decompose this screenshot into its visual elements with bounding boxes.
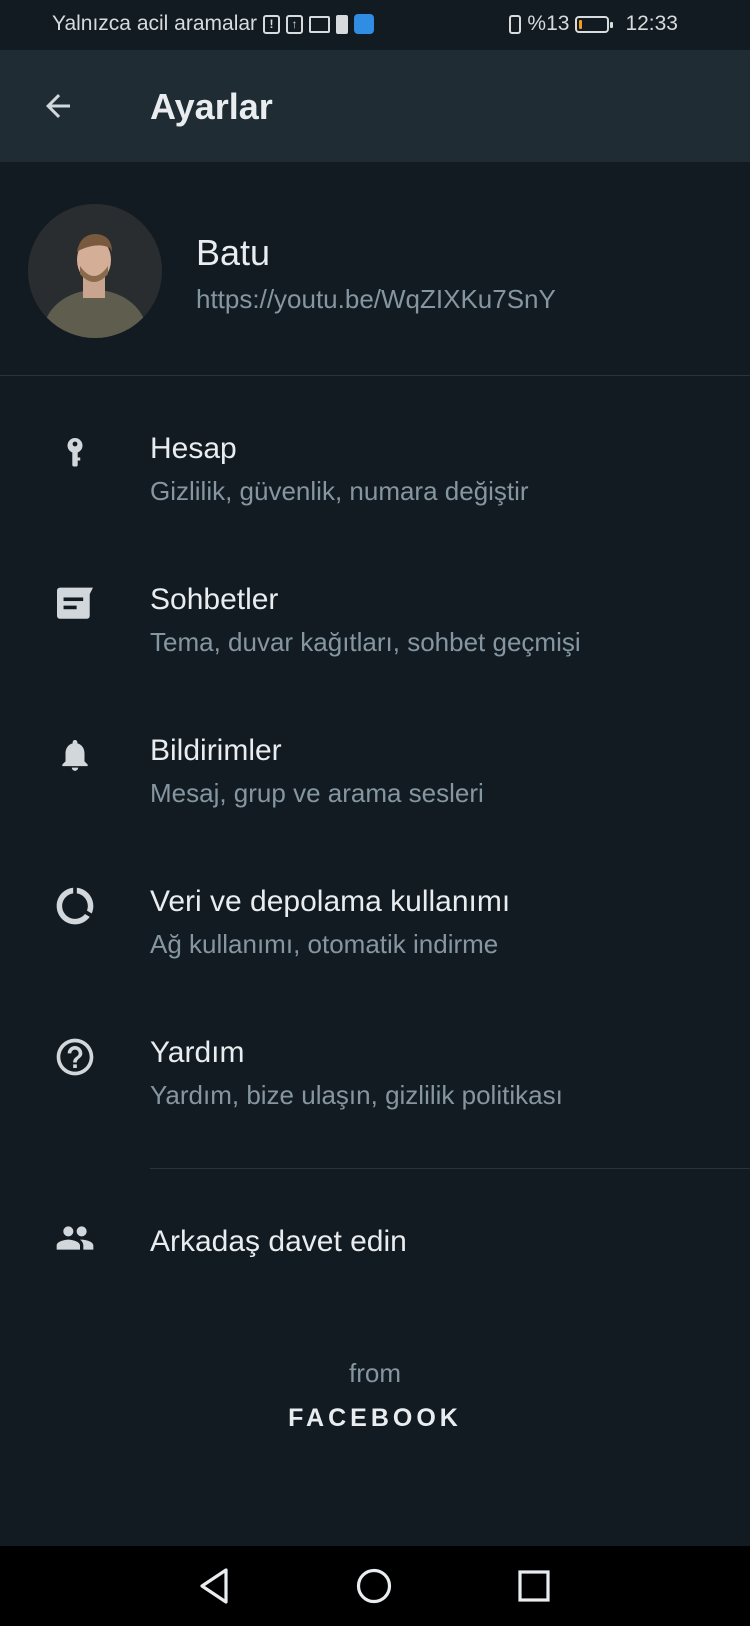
menu-item-title: Sohbetler	[150, 583, 279, 616]
profile-status: https://youtu.be/WqZIXKu7SnY	[196, 284, 556, 314]
menu-item-subtitle: Mesaj, grup ve arama sesleri	[150, 778, 484, 808]
help-icon	[48, 1030, 102, 1084]
menu-item-account[interactable]: Hesap Gizlilik, güvenlik, numara değişti…	[0, 376, 750, 527]
navigation-bar	[0, 1546, 750, 1626]
settings-menu: Hesap Gizlilik, güvenlik, numara değişti…	[0, 376, 750, 1131]
mail-icon	[309, 15, 331, 33]
battery-fill	[579, 19, 583, 29]
menu-item-data-storage[interactable]: Veri ve depolama kullanımı Ağ kullanımı,…	[0, 829, 750, 980]
from-label: from	[349, 1358, 401, 1388]
triangle-back-icon	[200, 1568, 228, 1604]
menu-item-notifications[interactable]: Bildirimler Mesaj, grup ve arama sesleri	[0, 678, 750, 829]
battery-icon	[575, 15, 614, 33]
clock: 12:33	[625, 12, 678, 35]
back-button[interactable]	[30, 78, 86, 134]
app-notification-icon	[354, 14, 375, 34]
key-icon	[48, 426, 102, 480]
app-bar: Ayarlar	[0, 50, 750, 162]
carrier-text: Yalnızca acil aramalar	[52, 12, 258, 35]
avatar-image	[28, 204, 162, 338]
battery-percent: %13	[527, 12, 570, 35]
page-title: Ayarlar	[150, 86, 273, 127]
menu-item-title: Hesap	[150, 432, 237, 465]
bell-icon	[48, 728, 102, 782]
data-usage-icon	[48, 879, 102, 933]
status-right: %13 12:33	[509, 12, 678, 36]
chat-icon	[48, 577, 102, 631]
arrow-left-icon	[46, 94, 70, 118]
nav-recents-button[interactable]	[512, 1564, 556, 1608]
circle-home-icon	[356, 1568, 392, 1604]
status-left: Yalnızca acil aramalar ! ↑	[52, 12, 375, 36]
brand-label: FACEBOOK	[288, 1404, 462, 1432]
alert-icon: !	[263, 14, 281, 34]
square-recents-icon	[518, 1570, 550, 1602]
avatar[interactable]	[28, 204, 162, 338]
invite-friends-label: Arkadaş davet edin	[150, 1225, 407, 1258]
menu-item-chats[interactable]: Sohbetler Tema, duvar kağıtları, sohbet …	[0, 527, 750, 678]
vibrate-icon	[509, 14, 522, 34]
menu-item-subtitle: Yardım, bize ulaşın, gizlilik politikası	[150, 1080, 563, 1110]
menu-item-subtitle: Gizlilik, güvenlik, numara değiştir	[150, 476, 529, 506]
menu-item-title: Veri ve depolama kullanımı	[150, 885, 511, 918]
battery-saver-icon	[336, 14, 349, 34]
nav-back-button[interactable]	[192, 1564, 236, 1608]
nav-home-button[interactable]	[352, 1564, 396, 1608]
menu-item-title: Bildirimler	[150, 734, 282, 767]
status-bar: Yalnızca acil aramalar ! ↑ %13 12:33	[0, 0, 750, 50]
profile-name: Batu	[196, 232, 271, 273]
invite-friends-item[interactable]: Arkadaş davet edin	[0, 1169, 750, 1319]
menu-item-help[interactable]: Yardım Yardım, bize ulaşın, gizlilik pol…	[0, 980, 750, 1131]
people-icon	[48, 1211, 102, 1265]
menu-item-title: Yardım	[150, 1036, 245, 1069]
menu-item-subtitle: Ağ kullanımı, otomatik indirme	[150, 929, 499, 959]
menu-item-subtitle: Tema, duvar kağıtları, sohbet geçmişi	[150, 627, 581, 657]
profile-row[interactable]: Batu https://youtu.be/WqZIXKu7SnY	[0, 162, 750, 376]
upload-icon: ↑	[286, 14, 304, 34]
